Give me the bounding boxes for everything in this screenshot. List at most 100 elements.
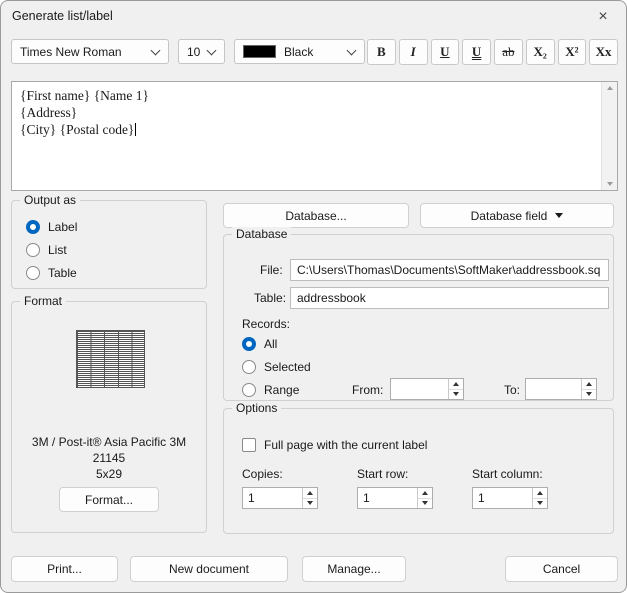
editor-line: {First name} {Name 1} <box>20 87 593 104</box>
font-color-value: Black <box>284 44 314 59</box>
database-button[interactable]: Database... <box>223 203 409 228</box>
subscript-button[interactable]: X₂ <box>525 39 555 65</box>
text-caret <box>135 123 137 136</box>
change-case-button[interactable]: Xx <box>589 39 618 65</box>
new-document-button-label: New document <box>168 562 250 576</box>
options-group: Options Full page with the current label… <box>223 401 614 534</box>
radio-checked-icon <box>242 337 256 351</box>
font-color-select[interactable]: Black <box>234 39 365 64</box>
scroll-up-icon[interactable] <box>606 86 613 90</box>
font-size-value: 10 <box>187 44 201 59</box>
spin-down-icon[interactable] <box>418 499 432 509</box>
underline-button[interactable]: U <box>430 39 460 65</box>
spin-up-icon[interactable] <box>533 488 547 499</box>
radio-records-all[interactable]: All <box>242 336 277 352</box>
spinner-buttons[interactable] <box>417 488 432 508</box>
format-button-label: Format... <box>84 492 133 507</box>
checkbox-unchecked-icon <box>242 438 256 452</box>
database-field-button-label: Database field <box>470 208 548 223</box>
start-row-value: 1 <box>363 491 370 505</box>
radio-text: Range <box>264 383 300 397</box>
spin-up-icon[interactable] <box>449 379 463 390</box>
database-group: Database File: C:\Users\Thomas\Documents… <box>223 227 614 401</box>
table-value: addressbook <box>297 291 366 305</box>
close-button[interactable]: × <box>589 5 617 29</box>
print-button-label: Print... <box>47 562 82 576</box>
scroll-down-icon[interactable] <box>606 182 613 186</box>
editor-line-text: {First name} {Name 1} <box>20 88 150 103</box>
format-group: Format 3M / Post-it® Asia Pacific 3M 211… <box>11 294 207 533</box>
database-field-button[interactable]: Database field <box>420 203 614 228</box>
radio-text: Selected <box>264 360 311 374</box>
table-field[interactable]: addressbook <box>290 287 609 309</box>
color-swatch-icon <box>243 45 276 58</box>
to-label: To: <box>504 383 521 397</box>
label-content-editor[interactable]: {First name} {Name 1} {Address} {City} {… <box>11 81 618 191</box>
cancel-button[interactable]: Cancel <box>505 556 618 582</box>
spinner-buttons[interactable] <box>302 488 317 508</box>
from-spinner[interactable] <box>390 378 464 400</box>
spin-down-icon[interactable] <box>582 390 596 400</box>
bold-button[interactable]: B <box>367 39 396 65</box>
spinner-buttons[interactable] <box>581 379 596 399</box>
cancel-button-label: Cancel <box>542 562 581 576</box>
spin-down-icon[interactable] <box>449 390 463 400</box>
close-icon: × <box>598 8 608 25</box>
format-button[interactable]: Format... <box>59 487 159 512</box>
records-label: Records: <box>242 317 291 331</box>
spin-up-icon[interactable] <box>418 488 432 499</box>
editor-line: {City} {Postal code} <box>20 121 593 138</box>
spinner-buttons[interactable] <box>532 488 547 508</box>
radio-unchecked-icon <box>242 383 256 397</box>
double-underline-button[interactable]: U <box>462 39 491 65</box>
spin-up-icon[interactable] <box>582 379 596 390</box>
start-column-value: 1 <box>478 491 485 505</box>
format-buttons-toolbar: B I U U ab X₂ X² Xx <box>367 39 618 65</box>
label-format-size: 5x29 <box>95 467 123 481</box>
format-caption: Format <box>20 294 67 308</box>
new-document-button[interactable]: New document <box>130 556 288 582</box>
from-value <box>391 379 448 399</box>
radio-output-list[interactable]: List <box>26 242 67 258</box>
titlebar: Generate list/label × <box>1 1 626 33</box>
radio-unchecked-icon <box>26 266 40 280</box>
database-caption: Database <box>232 227 292 241</box>
editor-line: {Address} <box>20 104 593 121</box>
radio-records-range[interactable]: Range <box>242 382 299 398</box>
spin-down-icon[interactable] <box>303 499 317 509</box>
database-button-label: Database... <box>285 208 347 223</box>
editor-line-text: {City} {Postal code} <box>20 122 135 137</box>
checkbox-label: Full page with the current label <box>264 438 428 452</box>
file-field[interactable]: C:\Users\Thomas\Documents\SoftMaker\addr… <box>290 259 609 281</box>
spin-down-icon[interactable] <box>533 499 547 509</box>
manage-button-label: Manage... <box>327 562 381 576</box>
radio-unchecked-icon <box>26 243 40 257</box>
label-format-name: 3M / Post-it® Asia Pacific 3M <box>31 435 187 449</box>
editor-line-text: {Address} <box>20 105 78 120</box>
spinner-buttons[interactable] <box>448 379 463 399</box>
spin-up-icon[interactable] <box>303 488 317 499</box>
start-row-spinner[interactable]: 1 <box>357 487 433 509</box>
font-size-select[interactable]: 10 <box>178 39 225 64</box>
start-column-spinner[interactable]: 1 <box>472 487 548 509</box>
manage-button[interactable]: Manage... <box>302 556 406 582</box>
chevron-down-icon <box>150 45 161 56</box>
superscript-button[interactable]: X² <box>557 39 587 65</box>
italic-button[interactable]: I <box>398 39 428 65</box>
editor-scrollbar[interactable] <box>601 82 617 190</box>
output-as-group: Output as Label List Table <box>11 193 207 289</box>
radio-output-label[interactable]: Label <box>26 219 77 235</box>
copies-label: Copies: <box>242 467 283 481</box>
radio-output-table[interactable]: Table <box>26 265 77 281</box>
radio-records-selected[interactable]: Selected <box>242 359 311 375</box>
file-value: C:\Users\Thomas\Documents\SoftMaker\addr… <box>297 263 601 277</box>
generate-list-label-dialog: Generate list/label × Times New Roman 10… <box>0 0 627 593</box>
font-family-select[interactable]: Times New Roman <box>11 39 169 64</box>
to-spinner[interactable] <box>525 378 597 400</box>
start-row-label: Start row: <box>357 467 409 481</box>
strikethrough-button[interactable]: ab <box>494 39 523 65</box>
full-page-checkbox[interactable]: Full page with the current label <box>242 437 427 453</box>
print-button[interactable]: Print... <box>11 556 118 582</box>
copies-spinner[interactable]: 1 <box>242 487 318 509</box>
chevron-down-icon <box>346 45 357 56</box>
